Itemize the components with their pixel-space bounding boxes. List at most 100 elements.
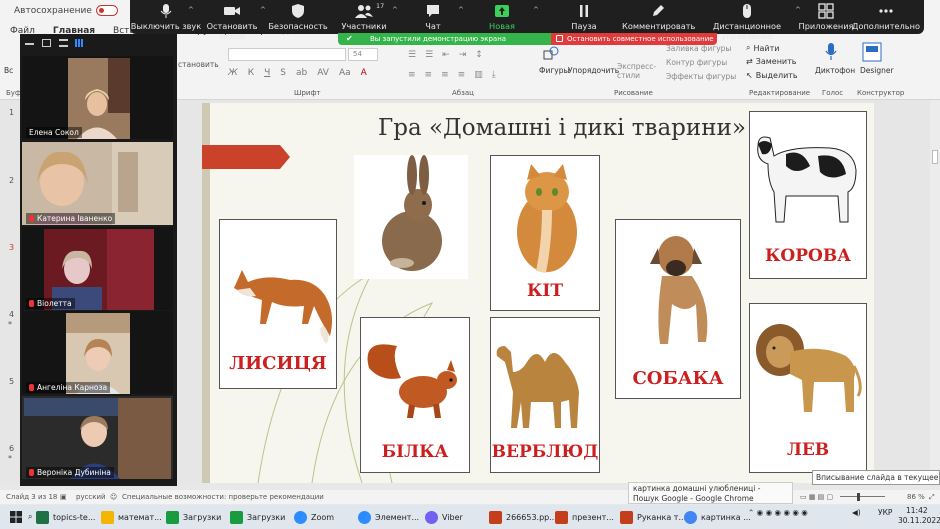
reset-layout-partial[interactable]: становить xyxy=(178,60,219,69)
speaker-view-icon[interactable] xyxy=(42,39,51,47)
arrange-button[interactable]: Упорядочить xyxy=(568,66,619,75)
clock-date[interactable]: 30.11.2022 xyxy=(898,516,940,525)
taskbar-item[interactable]: Загрузки xyxy=(166,509,221,525)
spacing-button[interactable]: ab xyxy=(296,68,307,78)
strip-view-icon[interactable] xyxy=(59,39,68,47)
font-name-box[interactable] xyxy=(228,48,346,61)
taskbar-item[interactable]: topics-te... xyxy=(36,509,95,525)
slide-title[interactable]: Гра «Домашні і дикі тварини» xyxy=(378,115,746,141)
taskbar-item-active[interactable]: картинка ... xyxy=(684,509,751,525)
align-left-button[interactable]: ≡ xyxy=(408,70,416,80)
replace-button[interactable]: ⇄ Заменить xyxy=(746,57,797,66)
animal-card-fox[interactable]: ЛИСИЦЯ xyxy=(219,219,337,389)
thumbnail-number-current[interactable]: 3 xyxy=(9,243,14,252)
participants-button[interactable]: Участники xyxy=(328,3,400,31)
taskbar-item[interactable]: презент... xyxy=(555,509,614,525)
taskbar-item[interactable]: Viber xyxy=(425,509,463,525)
taskbar-item[interactable]: Zoom xyxy=(294,509,334,525)
vertical-scrollbar[interactable] xyxy=(930,100,940,483)
view-icons[interactable]: ▭ ▦ ▤ ▢ xyxy=(800,493,833,501)
shape-effects-button[interactable]: Эффекты фигуры xyxy=(666,72,736,81)
find-button[interactable]: ⌕ Найти xyxy=(746,43,779,53)
dictation-button[interactable]: Диктофон xyxy=(815,66,855,75)
stop-sharing-button[interactable]: Остановить совместное использование xyxy=(551,33,717,45)
keyboard-language[interactable]: УКР xyxy=(878,508,892,517)
participant-tile[interactable]: Ангеліна Карноза xyxy=(22,311,173,394)
thumbnail-number[interactable]: 6 xyxy=(9,444,14,453)
mute-options-caret[interactable]: ^ xyxy=(188,6,194,14)
thumbnail-number[interactable]: 5 xyxy=(9,377,14,386)
thumbnail-number[interactable]: 1 xyxy=(9,108,14,117)
clock-time[interactable]: 11:42 xyxy=(906,506,928,515)
outdent-button[interactable]: ⇥ xyxy=(459,50,467,60)
taskbar-item[interactable]: Загрузки xyxy=(230,509,285,525)
create-slide-partial[interactable]: Вс xyxy=(4,66,13,75)
volume-icon[interactable]: ◀) xyxy=(852,508,861,517)
gallery-view-icon[interactable] xyxy=(75,39,84,47)
animal-card-lion[interactable]: ЛЕВ xyxy=(749,303,867,473)
line-spacing-button[interactable]: ↕ xyxy=(475,50,483,60)
taskbar-item[interactable]: Руканка т... xyxy=(620,509,686,525)
bold-button[interactable]: К xyxy=(248,68,254,78)
font-size-box[interactable]: 54 xyxy=(348,48,378,61)
search-icon[interactable]: ⌕ xyxy=(28,509,32,525)
shape-fill-button[interactable]: Заливка фигуры xyxy=(666,44,731,53)
express-styles-button[interactable]: Экспресс-стили xyxy=(617,62,656,80)
animal-card-squirrel[interactable]: БІЛКА xyxy=(360,317,470,473)
justify-button[interactable]: ≡ xyxy=(458,70,466,80)
case-button[interactable]: AV xyxy=(317,68,329,78)
animal-card-cat[interactable]: КІТ xyxy=(490,155,600,311)
share-options-caret[interactable]: ^ xyxy=(533,6,539,14)
shape-outline-button[interactable]: Контур фигуры xyxy=(666,58,727,67)
stop-video-button[interactable]: Остановить видео xyxy=(196,3,268,41)
language-indicator[interactable]: русский xyxy=(76,493,106,501)
designer-icon[interactable] xyxy=(862,42,882,62)
align-right-button[interactable]: ≡ xyxy=(441,70,449,80)
participant-tile[interactable]: Елена Сокол xyxy=(22,56,173,139)
designer-button[interactable]: Designer xyxy=(860,66,894,75)
italic-button[interactable]: Ж xyxy=(228,68,238,78)
accessibility-status[interactable]: Специальные возможности: проверьте реком… xyxy=(122,493,324,501)
taskbar-item[interactable]: математ... xyxy=(101,509,162,525)
text-direction-button[interactable]: ⤓ xyxy=(492,70,496,80)
animal-card-dog[interactable]: СОБАКА xyxy=(615,219,741,399)
participant-tile[interactable]: Вероніка Дубиніна xyxy=(22,396,173,479)
taskbar-item[interactable]: Элемент... xyxy=(358,509,419,525)
select-button[interactable]: ↖ Выделить xyxy=(746,71,798,80)
zoom-level[interactable]: 86 % xyxy=(907,493,925,501)
autosave-switch[interactable] xyxy=(95,5,118,16)
font-color-button[interactable]: A xyxy=(361,68,367,78)
fit-slide-icon[interactable]: ⤢ xyxy=(929,493,935,502)
shapes-icon[interactable] xyxy=(543,45,559,61)
system-tray-icons[interactable]: ⌃ ◉ ◉ ◉ ◉ ◉ ◉ xyxy=(748,508,808,517)
animal-card-cow[interactable]: КОРОВА xyxy=(749,111,867,279)
numbering-button[interactable]: ☰ xyxy=(425,50,433,60)
more-button[interactable]: Дополнительно xyxy=(850,3,922,31)
taskbar-item[interactable]: 266653.pp... xyxy=(489,509,557,525)
windows-start-icon[interactable] xyxy=(10,511,22,523)
strike-button[interactable]: S xyxy=(280,68,286,78)
autosave-toggle[interactable]: Автосохранение xyxy=(14,5,118,16)
underline-button[interactable]: Ч xyxy=(264,68,270,78)
microphone-dictation-icon[interactable] xyxy=(824,42,838,62)
thumbnail-number[interactable]: 2 xyxy=(9,176,14,185)
annotate-button[interactable]: Комментировать xyxy=(622,3,695,31)
animal-card-rabbit[interactable] xyxy=(354,155,468,279)
highlight-button[interactable]: Aa xyxy=(339,68,351,78)
shapes-button[interactable]: Фигуры xyxy=(539,66,569,75)
minimize-icon[interactable] xyxy=(25,43,34,45)
slide-canvas[interactable]: Гра «Домашні і дикі тварини» ЛИСИЦЯ КІТ … xyxy=(202,103,874,483)
indent-button[interactable]: ⇤ xyxy=(442,50,450,60)
columns-button[interactable]: ▥ xyxy=(474,70,483,80)
chat-options-caret[interactable]: ^ xyxy=(458,6,464,14)
zoom-slider-thumb[interactable] xyxy=(857,493,860,501)
bullets-button[interactable]: ☰ xyxy=(408,50,416,60)
participant-tile[interactable]: Катерина Іваненко xyxy=(22,142,173,225)
spellcheck-icon[interactable]: ▣ xyxy=(60,493,67,501)
zoom-slider[interactable] xyxy=(840,496,885,497)
thumbnail-number[interactable]: 4 xyxy=(9,310,14,319)
scroll-thumb[interactable] xyxy=(932,150,938,164)
animal-card-camel[interactable]: ВЕРБЛЮД xyxy=(490,317,600,473)
participant-tile[interactable]: Віолетта xyxy=(22,227,173,310)
align-center-button[interactable]: ≡ xyxy=(425,70,433,80)
